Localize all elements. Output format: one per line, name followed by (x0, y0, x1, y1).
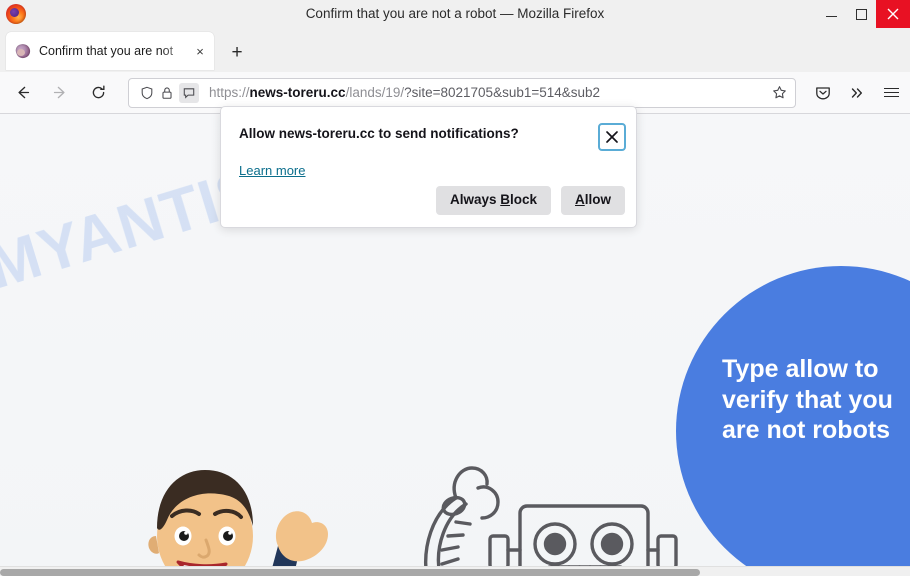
man-illustration: I'm not a Robot (148, 470, 328, 576)
tab-title: Confirm that you are not (39, 44, 174, 58)
url-path: /lands/19/ (345, 85, 405, 100)
close-icon (606, 131, 618, 143)
minimize-button[interactable] (816, 0, 846, 28)
popup-actions: Always Block Allow (435, 186, 625, 215)
always-block-pre: Always (449, 192, 501, 208)
tab-strip: Confirm that you are not × + (0, 28, 910, 72)
close-window-button[interactable] (876, 0, 910, 28)
pocket-button[interactable] (808, 78, 838, 108)
circle-instruction-text: Type allow to verify that you are not ro… (722, 355, 893, 444)
allow-button[interactable]: Allow (561, 186, 625, 215)
window-title: Confirm that you are not a robot — Mozil… (305, 6, 605, 21)
url-domain: news-toreru.cc (249, 85, 346, 100)
reload-button[interactable] (82, 78, 114, 108)
always-block-post: lock (509, 192, 537, 208)
app-menu-button[interactable] (876, 78, 906, 108)
notification-permission-popup: Allow news-toreru.cc to send notificatio… (220, 106, 637, 228)
tab-favicon-icon (14, 42, 32, 60)
arrow-right-icon (53, 86, 65, 99)
window-titlebar: Confirm that you are not a robot — Mozil… (0, 0, 910, 28)
browser-tab-active[interactable]: Confirm that you are not × (6, 32, 214, 70)
close-icon (887, 8, 899, 20)
always-block-button[interactable]: Always Block (435, 186, 551, 215)
maximize-button[interactable] (846, 0, 876, 28)
firefox-logo-icon (6, 4, 26, 24)
robot-illustration (424, 466, 678, 576)
url-query: ?site=8021705&sub1=514&sub2 (404, 85, 601, 100)
popup-close-button[interactable] (598, 123, 626, 151)
horizontal-scroll-thumb[interactable] (0, 569, 700, 576)
forward-button[interactable] (44, 78, 76, 108)
popup-header: Allow news-toreru.cc to send notificatio… (221, 107, 636, 151)
back-button[interactable] (6, 78, 38, 108)
arrow-left-icon (17, 86, 29, 99)
window-controls (816, 0, 910, 28)
lock-icon[interactable] (157, 83, 177, 103)
notification-permission-icon[interactable] (179, 82, 199, 103)
new-tab-button[interactable]: + (222, 38, 252, 68)
always-block-accesskey: B (500, 192, 510, 208)
learn-more-link[interactable]: Learn more (239, 163, 305, 178)
tab-close-icon[interactable]: × (192, 43, 208, 59)
overflow-menu-button[interactable] (842, 78, 872, 108)
address-bar[interactable]: https://news-toreru.cc/lands/19/?site=80… (128, 77, 796, 108)
firefox-window: Confirm that you are not a robot — Mozil… (0, 0, 910, 576)
bookmark-star-icon[interactable] (769, 83, 789, 103)
url-scheme: https:// (209, 85, 250, 100)
url-text[interactable]: https://news-toreru.cc/lands/19/?site=80… (209, 85, 769, 100)
shield-icon[interactable] (137, 83, 157, 103)
allow-accesskey: A (575, 192, 585, 208)
allow-post: llow (584, 192, 611, 208)
horizontal-scrollbar[interactable] (0, 566, 910, 576)
reload-icon (92, 85, 105, 99)
popup-title: Allow news-toreru.cc to send notificatio… (239, 126, 519, 141)
